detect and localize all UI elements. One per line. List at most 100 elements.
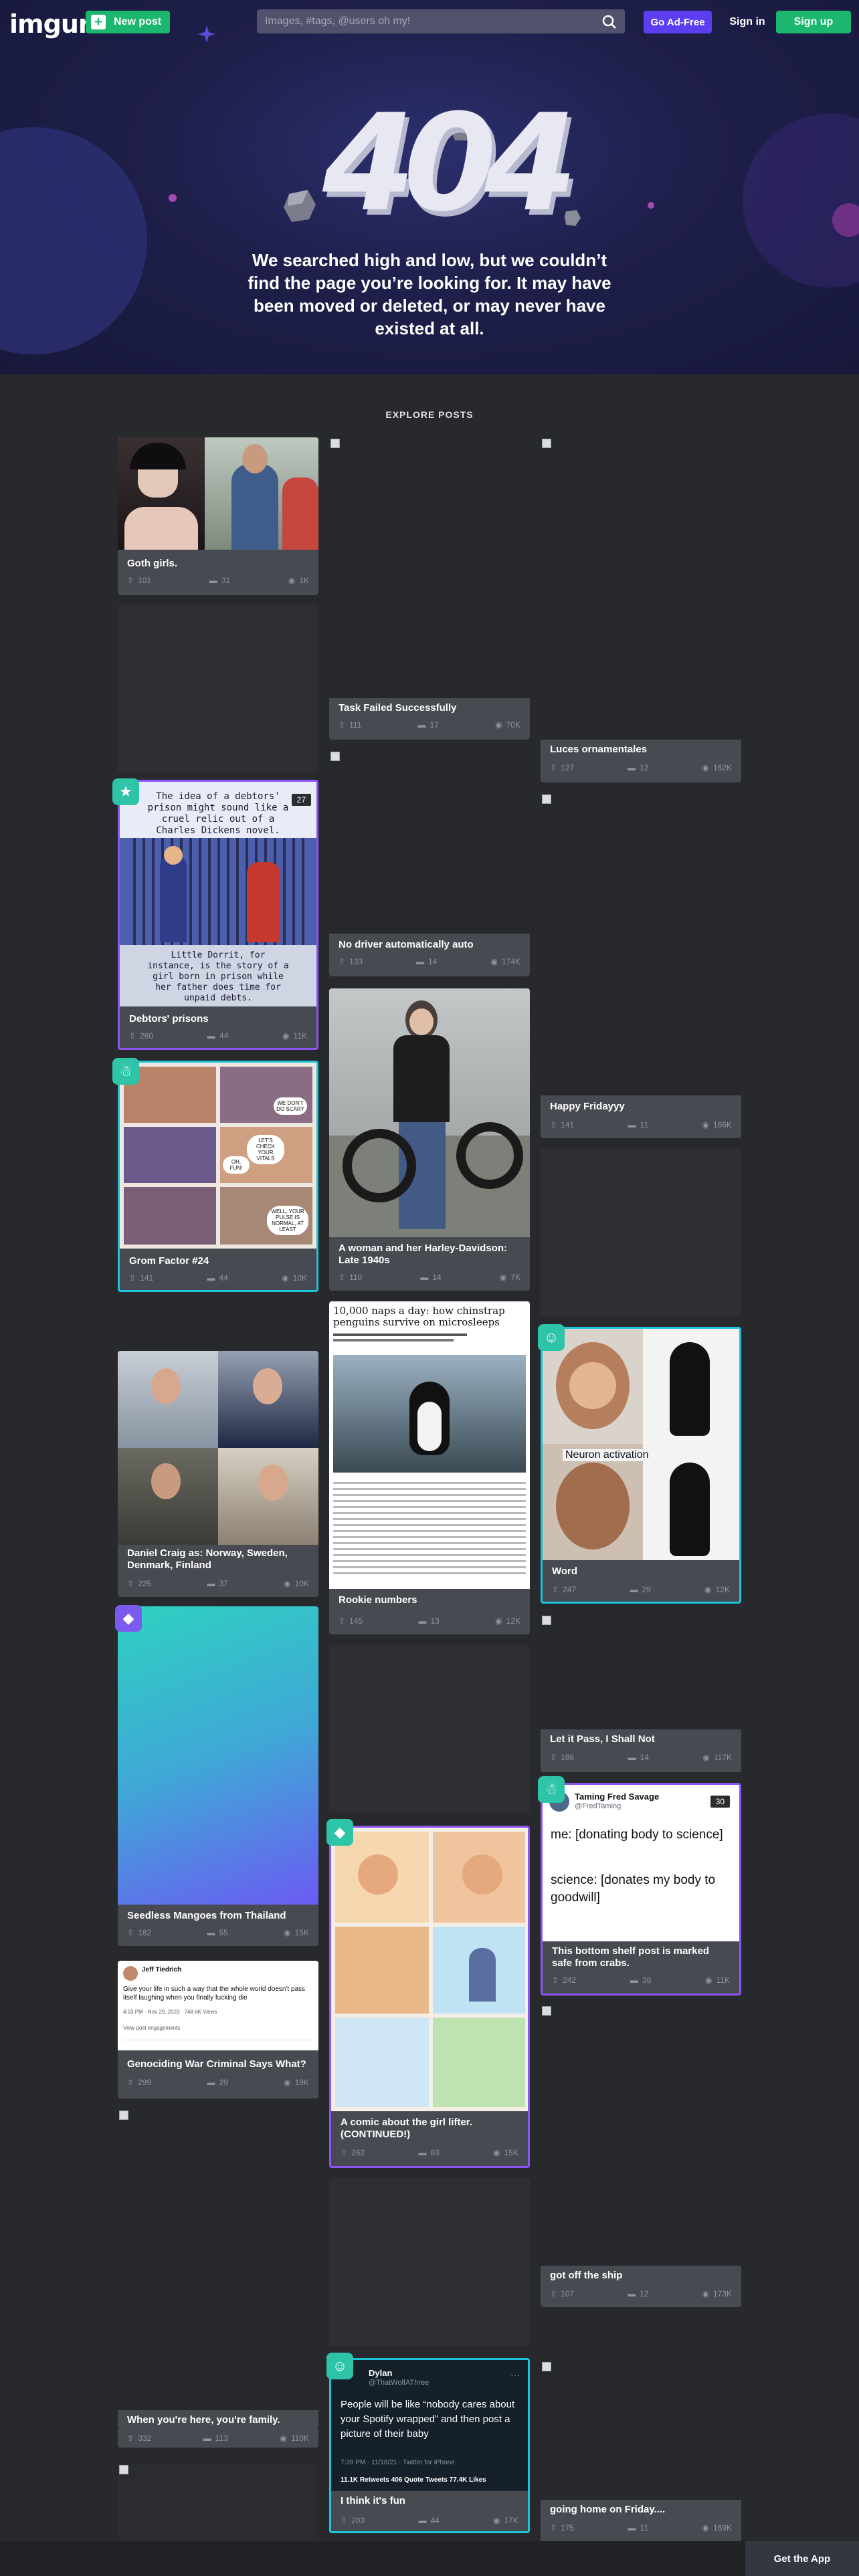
post-card[interactable]: Jeff Tiedrich Give your life in such a w… [118, 1961, 318, 2099]
upvote-icon[interactable]: ⇧ [129, 1031, 136, 1041]
view-count: 110K [290, 2434, 309, 2443]
comment-icon: ▬ [417, 720, 426, 730]
views-icon: ◉ [702, 1753, 710, 1762]
broken-image-icon [542, 2362, 551, 2371]
explore-posts-heading: EXPLORE POSTS [385, 409, 474, 420]
post-card[interactable]: Luces ornamentales ⇧ 127 ▬ 12 ◉ 162K [541, 437, 741, 782]
upvote-icon[interactable]: ⇧ [339, 1273, 345, 1282]
post-card-promoted[interactable]: A comic about the girl lifter. (CONTINUE… [329, 1826, 530, 2168]
post-card[interactable]: A woman and her Harley-Davidson: Late 19… [329, 988, 530, 1291]
upvote-icon[interactable]: ⇧ [550, 2289, 557, 2298]
sign-in-link[interactable]: Sign in [727, 11, 768, 33]
sign-up-button[interactable]: Sign up [776, 11, 851, 33]
comment-icon: ▬ [416, 957, 425, 966]
ad-placeholder [541, 1149, 741, 1316]
views-icon: ◉ [702, 1120, 709, 1130]
post-title: Genociding War Criminal Says What? [127, 2058, 306, 2070]
comment-icon: ▬ [209, 576, 217, 585]
upvote-icon[interactable]: ⇧ [550, 1753, 557, 1762]
promoted-badge-icon: ◆ [326, 1819, 353, 1846]
post-stats: ⇧ 141 ▬ 44 ◉ 10K [129, 1273, 307, 1283]
post-card-promoted[interactable]: Taming Fred Savage @FredTaming 30 me: [d… [541, 1783, 741, 1996]
upvote-icon[interactable]: ⇧ [552, 1585, 559, 1594]
get-the-app-button[interactable]: Get the App [745, 2541, 859, 2576]
search-input[interactable] [257, 9, 625, 33]
post-card-promoted[interactable]: The idea of a debtors' prison might soun… [118, 780, 318, 1050]
post-card[interactable]: going home on Friday.... ⇧ 175 ▬ 11 ◉ 169K [541, 2361, 741, 2543]
upvote-icon[interactable]: ⇧ [552, 1975, 559, 1985]
post-card-promoted[interactable]: Neuron activation Word ⇧ 247 ▬ 29 ◉ 12K [541, 1327, 741, 1604]
upvote-count: 247 [563, 1585, 577, 1594]
post-card[interactable]: Goth girls. ⇧ 101 ▬ 31 ◉ 1K [118, 437, 318, 595]
upvote-icon[interactable]: ⇧ [127, 2434, 134, 2443]
post-stats: ⇧ 111 ▬ 17 ◉ 70K [339, 720, 520, 730]
views-icon: ◉ [493, 2148, 500, 2157]
broken-image-icon [119, 2465, 128, 2474]
post-card[interactable]: 10,000 naps a day: how chinstrap penguin… [329, 1301, 530, 1634]
upvote-icon[interactable]: ⇧ [339, 720, 345, 730]
post-card[interactable]: No driver automatically auto ⇧ 133 ▬ 14 ◉ 1… [329, 750, 530, 976]
post-title: going home on Friday.... [550, 2504, 666, 2515]
more-icon[interactable]: ··· [510, 2369, 520, 2380]
comment-icon: ▬ [207, 1928, 215, 1937]
post-card-promoted[interactable]: Dylan @ThatWolfAThree ··· People will be… [329, 2358, 530, 2533]
post-title: Word [552, 1566, 578, 1577]
upvote-icon[interactable]: ⇧ [550, 763, 557, 772]
tweet-engagements: View post engagements [123, 2025, 181, 2031]
post-card[interactable]: Happy Fridayyy ⇧ 141 ▬ 11 ◉ 166K [541, 793, 741, 1138]
post-card[interactable]: Task Failed Successfully ⇧ 111 ▬ 17 ◉ 70K [329, 437, 530, 740]
view-count: 10K [292, 1273, 307, 1283]
star-decoration [169, 194, 177, 202]
post-card[interactable]: Daniel Craig as: Norway, Sweden, Denmark… [118, 1351, 318, 1597]
comment-icon: ▬ [207, 1273, 215, 1283]
upvote-icon[interactable]: ⇧ [127, 576, 134, 585]
tweet-text: People will be like “nobody cares about … [341, 2399, 515, 2440]
comment-count: 63 [430, 2148, 440, 2157]
post-card[interactable]: When you're here, you're family. [118, 2109, 318, 2429]
post-card[interactable]: got off the ship ⇧ 107 ▬ 12 ◉ 173K [541, 2005, 741, 2307]
post-card[interactable]: Seedless Mangoes from Thailand ⇧ 182 ▬ 55 … [118, 1606, 318, 1946]
comment-count: 29 [219, 2078, 228, 2087]
go-ad-free-button[interactable]: Go Ad-Free [644, 11, 712, 33]
meme-image: Neuron activation [543, 1329, 739, 1560]
view-count: 174K [501, 957, 520, 966]
speech-bubble: LET'S CHECK YOUR VITALS [247, 1135, 284, 1164]
upvote-icon[interactable]: ⇧ [127, 1928, 134, 1937]
search-icon[interactable] [602, 15, 617, 29]
post-card-promoted[interactable]: WE DON'T DO SCARY LET'S CHECK YOUR VITAL… [118, 1061, 318, 1292]
upvote-icon[interactable]: ⇧ [127, 1579, 134, 1588]
post-card[interactable]: Let it Pass, I Shall Not ⇧ 186 ▬ 14 ◉ 117K [541, 1614, 741, 1772]
imgur-logo[interactable]: imgur [9, 9, 91, 39]
new-post-button[interactable]: + New post [86, 11, 170, 33]
post-title: Luces ornamentales [550, 744, 648, 755]
tweet-meta: 7:28 PM · 11/18/21 · Twitter for iPhone [341, 2459, 455, 2466]
upvote-icon[interactable]: ⇧ [341, 2148, 347, 2157]
upvote-icon[interactable]: ⇧ [129, 1273, 136, 1283]
comment-icon: ▬ [628, 763, 636, 772]
views-icon: ◉ [704, 1585, 712, 1594]
post-card[interactable] [118, 2464, 318, 2544]
post-stats: ⇧ 247 ▬ 29 ◉ 12K [552, 1584, 730, 1595]
upvote-icon[interactable]: ⇧ [339, 1616, 345, 1626]
upvote-icon[interactable]: ⇧ [550, 2523, 557, 2533]
view-count: 70K [506, 720, 520, 730]
comment-count: 44 [430, 2516, 440, 2525]
view-count: 15K [504, 2148, 518, 2157]
post-stats: ⇧ 182 ▬ 55 ◉ 15K [127, 1927, 309, 1938]
upvote-icon[interactable]: ⇧ [339, 957, 345, 966]
tweet-screenshot: Taming Fred Savage @FredTaming 30 me: [d… [543, 1785, 739, 1941]
upvote-icon[interactable]: ⇧ [550, 1120, 557, 1130]
upvote-count: 203 [351, 2516, 365, 2525]
comic-caption-bottom: Little Dorrit, for instance, is the stor… [147, 950, 289, 1003]
tweet-text: Give your life in such a way that the wh… [123, 1985, 306, 2002]
plus-icon: + [91, 15, 106, 29]
promoted-badge-icon: ☃ [538, 1776, 565, 1803]
post-title: Happy Fridayyy [550, 1101, 625, 1112]
promoted-badge-icon: ☺ [326, 2353, 353, 2379]
comment-count: 14 [432, 1273, 442, 1282]
post-stats: ⇧ 203 ▬ 44 ◉ 17K [341, 2515, 518, 2526]
post-image [329, 750, 530, 934]
upvote-icon[interactable]: ⇧ [341, 2516, 347, 2525]
upvote-icon[interactable]: ⇧ [127, 2078, 134, 2087]
view-count: 1K [299, 576, 309, 585]
